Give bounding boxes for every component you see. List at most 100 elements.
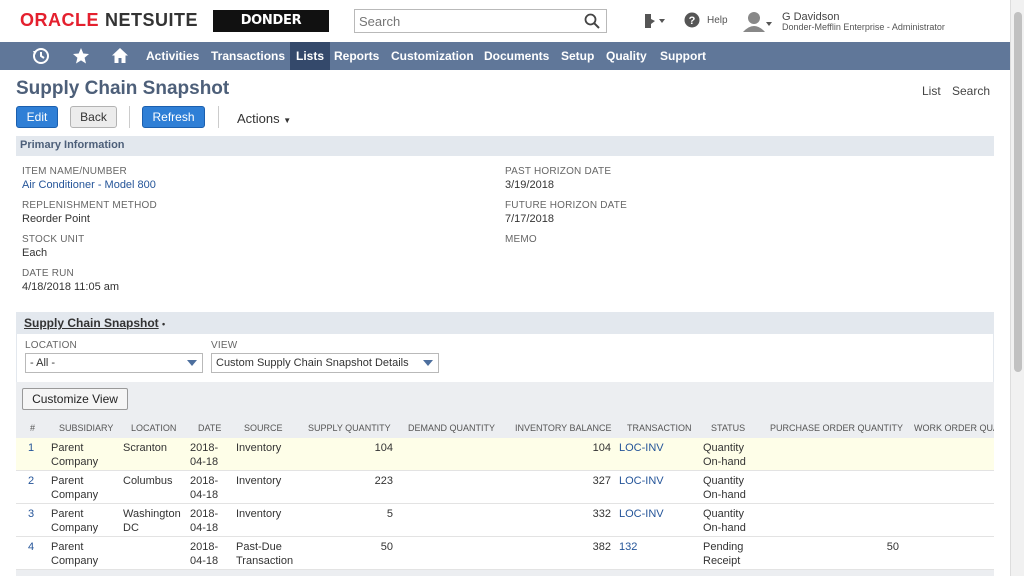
row-number: 4: [28, 541, 35, 553]
col-header-date[interactable]: DATE: [198, 423, 221, 433]
table-row[interactable]: 2 Parent Company Columbus 2018- 04-18 Inventor…: [16, 471, 994, 504]
nav-activities[interactable]: Activities: [140, 42, 205, 70]
col-header-supply-quantity[interactable]: SUPPLY QUANTITY: [308, 423, 391, 433]
subsidiary-cell-line2: Company: [51, 522, 99, 534]
date-cell-line1: 2018-: [190, 475, 219, 487]
customize-view-button[interactable]: Customize View: [22, 388, 128, 410]
subsidiary-cell: Parent Company: [51, 474, 98, 502]
col-header-purchase-order-quantity[interactable]: PURCHASE ORDER QUANTITY: [770, 423, 903, 433]
date-run-label: DATE RUN: [22, 268, 74, 279]
oracle-netsuite-logo[interactable]: ORACLE NETSUITE: [20, 10, 198, 31]
nav-lists[interactable]: Lists: [290, 42, 331, 70]
nav-quality[interactable]: Quality: [600, 42, 653, 70]
search-icon[interactable]: [584, 13, 600, 29]
col-header-number[interactable]: #: [30, 423, 35, 433]
primary-information-header[interactable]: Primary Information: [16, 136, 994, 156]
actions-label: Actions: [237, 111, 280, 126]
status-cell-line1: Pending: [703, 541, 744, 553]
status-cell-line2: On-hand: [703, 489, 746, 501]
scrollbar-thumb[interactable]: [1014, 12, 1022, 372]
main-navigation: Activities Transactions Lists Reports Cu…: [0, 42, 1010, 70]
location-cell: Washington DC: [123, 507, 181, 535]
col-header-source[interactable]: SOURCE: [244, 423, 283, 433]
oracle-text: ORACLE: [20, 10, 99, 30]
past-horizon-date-label: PAST HORIZON DATE: [505, 166, 612, 177]
memo-label: MEMO: [505, 234, 537, 245]
transaction-link[interactable]: LOC-INV: [619, 474, 664, 488]
status-cell-line1: Quantity: [703, 508, 744, 520]
col-header-work-order-quantity[interactable]: WORK ORDER QUA: [914, 423, 994, 433]
location-cell-line1: Columbus: [123, 475, 173, 487]
date-cell: 2018- 04-18: [190, 474, 218, 502]
star-icon[interactable]: [72, 47, 90, 65]
date-run-value: 4/18/2018 11:05 am: [22, 281, 120, 293]
view-filter-select[interactable]: Custom Supply Chain Snapshot Details: [211, 353, 439, 373]
view-filter-value: Custom Supply Chain Snapshot Details: [216, 357, 409, 369]
stock-unit-value: Each: [22, 247, 48, 259]
nav-customization[interactable]: Customization: [385, 42, 480, 70]
list-link[interactable]: List: [922, 84, 941, 98]
transaction-link[interactable]: LOC-INV: [619, 441, 664, 455]
row-number: 3: [28, 508, 35, 520]
edit-button[interactable]: Edit: [16, 106, 58, 128]
view-filter-label: VIEW: [211, 340, 238, 351]
supply-quantity-cell: 5: [386, 508, 393, 520]
transaction-link[interactable]: 132: [619, 540, 637, 554]
source-cell: Past-Due Transaction: [236, 540, 293, 568]
global-search[interactable]: [354, 9, 607, 33]
location-cell-line1: Washington: [123, 508, 181, 520]
actions-menu[interactable]: Actions ▼: [237, 111, 291, 126]
page-scrollbar[interactable]: [1010, 0, 1024, 576]
nav-support[interactable]: Support: [654, 42, 712, 70]
refresh-button[interactable]: Refresh: [142, 106, 205, 128]
search-link[interactable]: Search: [952, 84, 990, 98]
nav-setup[interactable]: Setup: [555, 42, 600, 70]
nav-reports[interactable]: Reports: [328, 42, 385, 70]
status-cell: Quantity On-hand: [703, 474, 746, 502]
item-name-value[interactable]: Air Conditioner - Model 800: [22, 179, 156, 191]
table-row[interactable]: 1 Parent Company Scranton 2018- 04-18 Inventor…: [16, 438, 994, 471]
user-role[interactable]: Donder-Mefflin Enterprise - Administrato…: [782, 22, 945, 32]
transaction-link[interactable]: LOC-INV: [619, 507, 664, 521]
col-header-transaction[interactable]: TRANSACTION: [627, 423, 692, 433]
top-header: ORACLENETSUITE DONDER MEFFLIN ? Help G D…: [0, 0, 1010, 50]
subsidiary-cell-line2: Company: [51, 489, 99, 501]
supply-chain-snapshot-subtab[interactable]: Supply Chain Snapshot •: [16, 312, 994, 334]
source-cell-line1: Past-Due: [236, 541, 282, 553]
status-cell-line2: On-hand: [703, 522, 746, 534]
table-row[interactable]: 4 Parent Company 2018- 04-18 Past-Due Transact…: [16, 537, 994, 570]
col-header-location[interactable]: LOCATION: [131, 423, 176, 433]
subtab-label: Supply Chain Snapshot •: [24, 316, 165, 330]
col-header-subsidiary[interactable]: SUBSIDIARY: [59, 423, 113, 433]
status-cell-line1: Quantity: [703, 442, 744, 454]
search-input[interactable]: [355, 10, 575, 32]
col-header-demand-quantity[interactable]: DEMAND QUANTITY: [408, 423, 495, 433]
recent-records-icon[interactable]: [642, 12, 666, 30]
source-cell-line1: Inventory: [236, 508, 282, 520]
inventory-balance-cell: 332: [592, 508, 611, 520]
inventory-balance-cell: 382: [592, 541, 611, 553]
date-cell-line1: 2018-: [190, 442, 219, 454]
home-icon[interactable]: [111, 47, 129, 65]
help-icon[interactable]: ?: [684, 12, 700, 28]
location-filter-value: - All -: [30, 357, 56, 369]
back-button[interactable]: Back: [70, 106, 117, 128]
location-cell: Columbus: [123, 474, 173, 488]
subtab-title: Supply Chain Snapshot: [24, 316, 159, 330]
source-cell: Inventory: [236, 474, 281, 488]
stock-unit-label: STOCK UNIT: [22, 234, 85, 245]
nav-documents[interactable]: Documents: [478, 42, 555, 70]
subsidiary-cell-line1: Parent: [51, 541, 84, 553]
date-cell-line2: 04-18: [190, 555, 219, 567]
nav-transactions[interactable]: Transactions: [205, 42, 291, 70]
user-avatar-icon[interactable]: [742, 10, 774, 32]
col-header-inventory-balance[interactable]: INVENTORY BALANCE: [515, 423, 612, 433]
help-link[interactable]: Help: [707, 15, 728, 26]
table-row[interactable]: 3 Parent Company Washington DC 2018- 04-18 Inve…: [16, 504, 994, 537]
recent-icon[interactable]: [32, 47, 50, 65]
purchase-order-quantity-cell: 50: [886, 541, 899, 553]
col-header-status[interactable]: STATUS: [711, 423, 745, 433]
caret-down-icon: ▼: [283, 116, 292, 125]
page-title: Supply Chain Snapshot: [16, 78, 230, 99]
location-filter-select[interactable]: - All -: [25, 353, 203, 373]
